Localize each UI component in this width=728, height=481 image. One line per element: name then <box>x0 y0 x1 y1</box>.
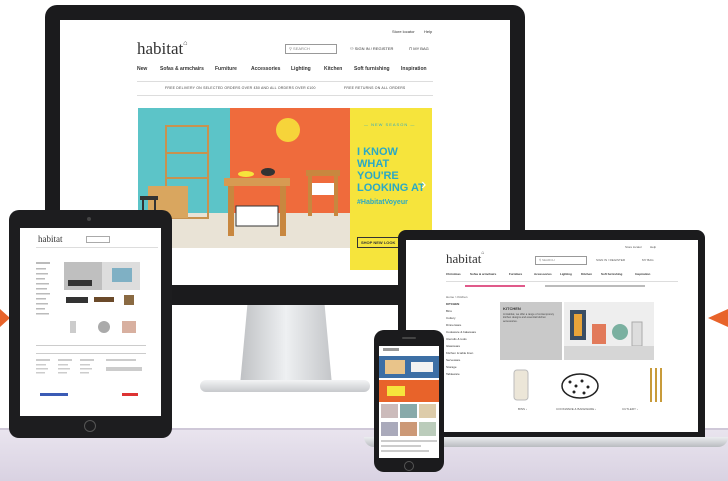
laptop-help-link[interactable]: Help <box>650 245 656 249</box>
laptop-nav-furniture[interactable]: Furniture <box>509 272 522 276</box>
sidebar-item-linen[interactable]: Kitchen & table linen <box>446 351 494 355</box>
product-cookware-link[interactable]: COOKWARE & BAKEWARE › <box>556 407 596 411</box>
hero-line-4: LOOKING AT <box>357 182 425 194</box>
hero-hashtag: #HabitatVoyeur <box>357 199 408 206</box>
feature-title: KITCHEN <box>503 306 521 311</box>
laptop-promo-right[interactable] <box>545 285 645 287</box>
laptop-bag-link[interactable]: MY BAG <box>642 258 654 262</box>
tablet-footer <box>36 345 146 405</box>
hero-line-3: YOU'RE <box>357 170 399 182</box>
tablet-product-grid[interactable] <box>64 295 146 339</box>
product-bins-link[interactable]: BINS › <box>518 407 527 411</box>
imac-stand <box>240 305 332 385</box>
laptop-divider <box>446 281 678 282</box>
laptop-logo-mark-icon: ⌂ <box>481 251 485 256</box>
promo-returns[interactable]: FREE RETURNS ON ALL ORDERS <box>344 86 405 90</box>
search-placeholder: SEARCH <box>293 46 310 51</box>
sidebar-item-glassware[interactable]: Glassware <box>446 344 494 348</box>
tablet-sidebar <box>36 262 60 332</box>
hero-line-2: WHAT <box>357 158 390 170</box>
store-locator-link[interactable]: Store locator <box>392 29 415 34</box>
laptop-nav-inspiration[interactable]: Inspiration <box>635 272 650 276</box>
laptop-nav-soft-furnishing[interactable]: Soft furnishing <box>601 272 622 276</box>
help-link[interactable]: Help <box>424 29 432 34</box>
divider <box>137 95 433 96</box>
sidebar-item-utensils[interactable]: Utensils & tools <box>446 337 494 341</box>
logo-mark-icon: ⌂ <box>183 39 188 47</box>
hero-headline: I KNOW WHAT YOU'RE LOOKING AT <box>357 146 425 194</box>
laptop-nav-accessories[interactable]: Accessories <box>534 272 552 276</box>
laptop-nav-christmas[interactable]: Christmas <box>446 272 461 276</box>
mobile-website <box>379 346 439 458</box>
bag-link[interactable]: ⊓ MY BAG <box>409 46 429 51</box>
imac-base <box>200 380 370 392</box>
nav-accessories[interactable]: Accessories <box>251 66 280 72</box>
product-cutlery-link[interactable]: CUTLERY › <box>622 407 638 411</box>
phone-home-button[interactable] <box>404 461 414 471</box>
laptop-breadcrumb[interactable]: Home > Kitchen <box>446 295 467 299</box>
nav-new[interactable]: New <box>137 66 147 72</box>
sidebar-item-serveware[interactable]: Serveware <box>446 358 494 362</box>
carousel-next-arrow-icon[interactable] <box>708 309 728 327</box>
laptop-nav-kitchen[interactable]: Kitchen <box>581 272 592 276</box>
nav-inspiration[interactable]: Inspiration <box>401 66 427 72</box>
sidebar-item-cutlery[interactable]: Cutlery <box>446 316 494 320</box>
sidebar-item-storage[interactable]: Storage <box>446 365 494 369</box>
ipad-home-button[interactable] <box>84 420 96 432</box>
tablet-search-input[interactable] <box>86 236 110 243</box>
feature-text: At Habitat, we offer a range of contempo… <box>503 313 554 323</box>
phone-speaker <box>402 337 416 339</box>
laptop-search-input[interactable]: ⚲ SEARCH <box>535 256 587 265</box>
laptop-nav-sofas[interactable]: Sofas & armchairs <box>470 272 496 276</box>
tablet-logo[interactable]: habitat <box>38 234 63 244</box>
sidebar-item-dinnerware[interactable]: Dinnerware <box>446 323 494 327</box>
sign-in-link[interactable]: ⚇ SIGN IN / REGISTER <box>350 46 393 51</box>
laptop-feature-panel: KITCHEN At Habitat, we offer a range of … <box>500 302 562 360</box>
laptop-feature-image[interactable] <box>564 302 654 360</box>
laptop-logo-text: habitat <box>446 251 482 266</box>
promo-delivery[interactable]: FREE DELIVERY ON SELECTED ORDERS OVER £5… <box>165 86 316 90</box>
divider <box>137 81 433 82</box>
laptop-sidebar: KITCHEN Bins Cutlery Dinnerware Cookware… <box>446 302 494 376</box>
nav-furniture[interactable]: Furniture <box>215 66 237 72</box>
nav-kitchen[interactable]: Kitchen <box>324 66 342 72</box>
bag-label: MY BAG <box>413 46 429 51</box>
tablet-feature-image[interactable] <box>64 262 140 290</box>
sidebar-item-tableware[interactable]: Tableware <box>446 372 494 376</box>
hero-line-1: I KNOW <box>357 146 398 158</box>
laptop-sign-in-link[interactable]: SIGN IN / REGISTER <box>596 258 625 262</box>
sidebar-item-bins[interactable]: Bins <box>446 309 494 313</box>
laptop-logo[interactable]: habitat⌂ <box>446 251 484 267</box>
desktop-search-input[interactable]: ⚲ SEARCH <box>285 44 337 54</box>
nav-soft-furnishing[interactable]: Soft furnishing <box>354 66 390 72</box>
hero-next-chevron-icon[interactable]: › <box>421 176 426 194</box>
nav-sofas[interactable]: Sofas & armchairs <box>160 66 204 72</box>
logo-text: habitat <box>137 39 184 58</box>
sidebar-item-cookware[interactable]: Cookware & bakeware <box>446 330 494 334</box>
sign-in-label: SIGN IN / REGISTER <box>354 46 394 51</box>
sidebar-title: KITCHEN <box>446 302 460 306</box>
laptop-nav-lighting[interactable]: Lighting <box>560 272 572 276</box>
shop-new-look-button[interactable]: SHOP NEW LOOK <box>357 237 400 248</box>
laptop-promo-left[interactable] <box>465 285 525 287</box>
hero-eyebrow: — NEW SEASON — <box>364 122 416 127</box>
laptop-product-images[interactable] <box>510 368 670 404</box>
tablet-nav-bar <box>36 247 158 248</box>
nav-lighting[interactable]: Lighting <box>291 66 311 72</box>
laptop-store-locator-link[interactable]: Store locator <box>625 245 642 249</box>
laptop-search-placeholder: SEARCH <box>542 258 555 262</box>
desktop-logo[interactable]: habitat⌂ <box>137 39 187 59</box>
ipad-camera <box>87 217 91 221</box>
